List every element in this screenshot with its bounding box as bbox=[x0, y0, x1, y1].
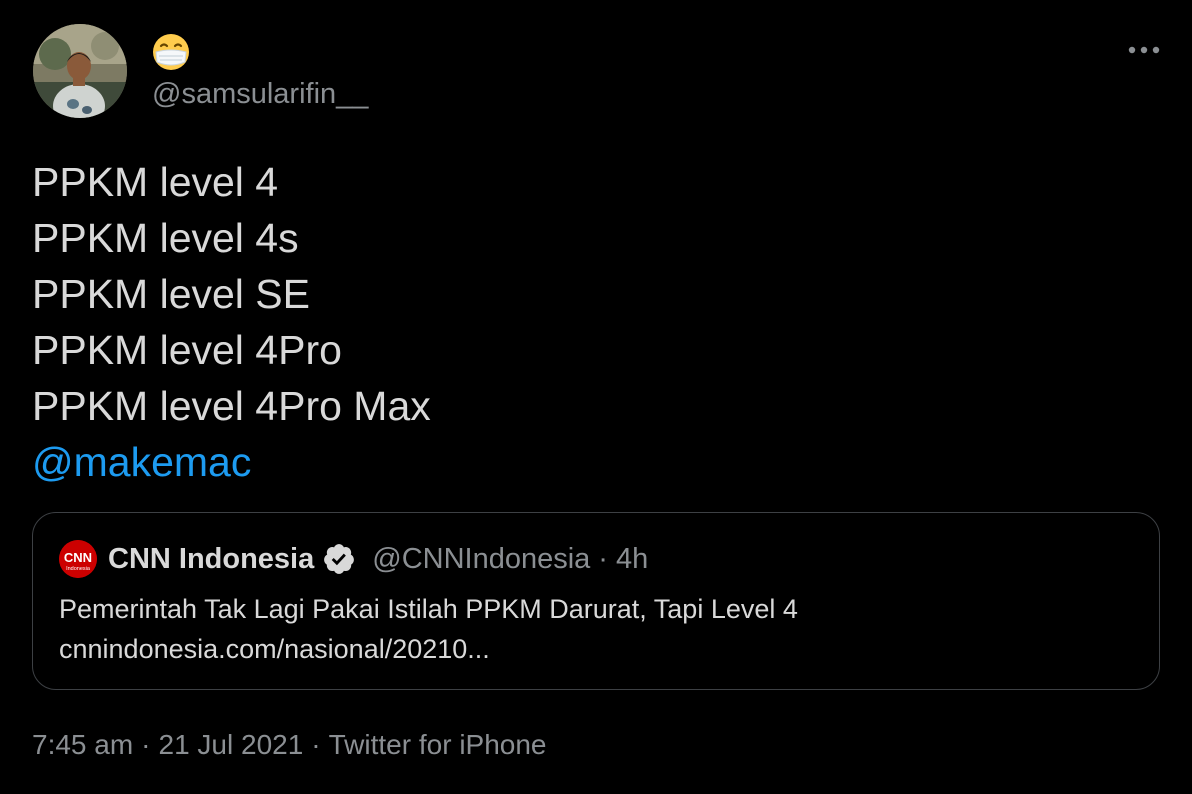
cnn-logo-text: CNN bbox=[64, 550, 92, 565]
quoted-tweet-card[interactable]: CNN Indonesia CNN Indonesia @CNNIndonesi… bbox=[32, 512, 1160, 690]
avatar-photo bbox=[33, 24, 127, 118]
tweet-text: PPKM level 4 PPKM level 4s PPKM level SE… bbox=[32, 154, 1152, 490]
separator-dot: · bbox=[141, 729, 151, 760]
quoted-tweet-title: Pemerintah Tak Lagi Pakai Istilah PPKM D… bbox=[59, 594, 798, 624]
tweet-line: PPKM level 4 bbox=[32, 159, 279, 205]
verified-badge-icon bbox=[322, 542, 356, 576]
more-options-button[interactable] bbox=[1124, 36, 1164, 64]
mention-link[interactable]: @makemac bbox=[32, 434, 251, 490]
author-handle[interactable]: @samsularifin__ bbox=[152, 76, 368, 112]
tweet-meta: 7:45 am · 21 Jul 2021 · Twitter for iPhone bbox=[32, 726, 547, 764]
face-with-medical-mask-icon bbox=[153, 34, 189, 70]
quoted-author-handle[interactable]: @CNNIndonesia bbox=[372, 543, 590, 576]
cnn-logo-mark: CNN Indonesia bbox=[59, 540, 97, 578]
display-name-emoji[interactable] bbox=[152, 33, 190, 71]
quoted-author-name[interactable]: CNN Indonesia bbox=[108, 543, 314, 576]
tweet-line: PPKM level 4Pro Max bbox=[32, 383, 431, 429]
tweet-line: PPKM level 4Pro bbox=[32, 327, 342, 373]
tweet-source[interactable]: Twitter for iPhone bbox=[329, 729, 547, 760]
quoted-tweet-time[interactable]: 4h bbox=[616, 543, 648, 576]
cnn-logo-subtext: Indonesia bbox=[66, 566, 91, 572]
separator-dot: · bbox=[598, 542, 608, 575]
tweet-date[interactable]: 21 Jul 2021 bbox=[159, 729, 304, 760]
separator-dot: · bbox=[311, 729, 321, 760]
tweet-line: PPKM level SE bbox=[32, 271, 310, 317]
tweet-time[interactable]: 7:45 am bbox=[32, 729, 133, 760]
cnn-indonesia-logo[interactable]: CNN Indonesia bbox=[59, 540, 97, 578]
quoted-tweet-body: Pemerintah Tak Lagi Pakai Istilah PPKM D… bbox=[59, 589, 1119, 669]
more-horizontal-icon bbox=[1128, 46, 1160, 54]
avatar[interactable] bbox=[33, 24, 127, 118]
tweet-line: PPKM level 4s bbox=[32, 215, 299, 261]
quoted-tweet-header: CNN Indonesia CNN Indonesia @CNNIndonesi… bbox=[59, 537, 648, 581]
quoted-tweet-link[interactable]: cnnindonesia.com/nasional/20210... bbox=[59, 629, 1119, 669]
